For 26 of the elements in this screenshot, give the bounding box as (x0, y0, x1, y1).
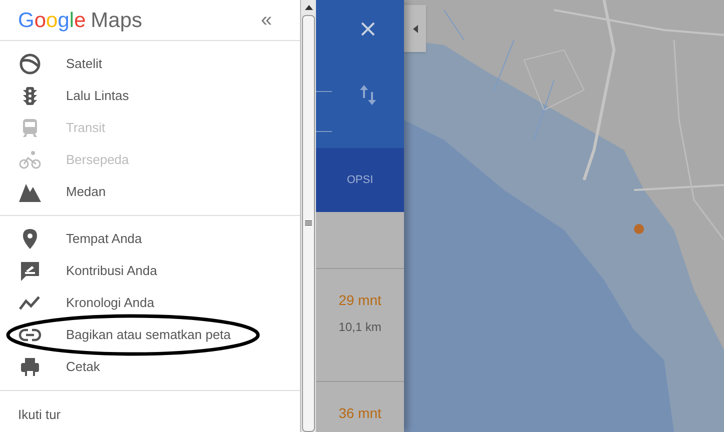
collapse-button[interactable]: « (260, 10, 272, 30)
menu-item[interactable]: Medan (0, 176, 300, 208)
scrollbar[interactable] (300, 0, 316, 432)
route-distance: 10,1 km (338, 319, 382, 336)
route-duration: 29 mnt (338, 291, 382, 310)
close-icon[interactable] (361, 22, 375, 36)
printer-icon (18, 355, 42, 379)
tour-link[interactable]: Ikuti tur (18, 405, 61, 424)
scroll-thumb[interactable] (302, 15, 315, 432)
swap-arrows-icon[interactable] (360, 85, 376, 105)
options-button[interactable]: OPSI (316, 148, 404, 212)
logo: Google Maps (18, 10, 142, 30)
menu-item[interactable]: Kontribusi Anda (0, 255, 300, 287)
menu-item[interactable]: Lalu Lintas (0, 80, 300, 112)
scroll-up-icon[interactable] (304, 5, 312, 10)
menu-item[interactable]: Bagikan atau sematkan peta (0, 319, 300, 351)
menu-item[interactable]: Tempat Anda (0, 223, 300, 255)
menu-item[interactable]: Satelit (0, 48, 300, 80)
route-duration: 36 mnt (338, 404, 382, 423)
caret-icon (412, 24, 418, 32)
grip-icon (305, 220, 312, 227)
menu-item[interactable]: Cetak (0, 351, 300, 383)
globe-icon (18, 52, 42, 76)
collapse-panel-tab[interactable] (404, 5, 426, 52)
menu-item[interactable]: Kronologi Anda (0, 287, 300, 319)
pencil-speech-icon (18, 259, 42, 283)
